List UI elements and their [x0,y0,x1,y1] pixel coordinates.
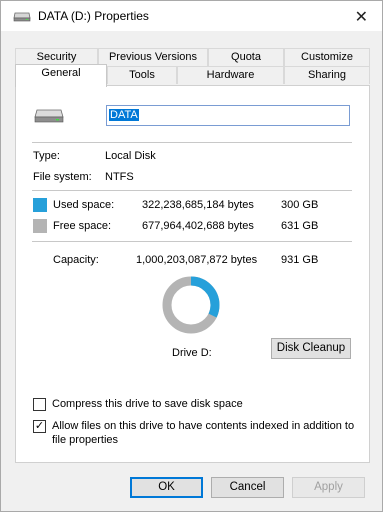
index-label-line1: Allow files on this drive to have conten… [52,420,355,432]
tab-previous-versions[interactable]: Previous Versions [98,48,208,66]
drive-label: Drive D: [172,347,212,359]
file-system-value: NTFS [105,171,134,183]
capacity-size: 931 GB [281,254,319,266]
file-system-label: File system: [33,171,92,183]
compress-checkbox[interactable] [33,398,46,411]
used-space-bytes: 322,238,685,184 bytes [142,199,254,211]
tab-strip: Security Previous Versions Quota Customi… [15,48,370,88]
used-space-swatch [33,198,47,212]
compress-label: Compress this drive to save disk space [52,398,243,410]
cancel-button[interactable]: Cancel [211,477,284,498]
tab-sharing[interactable]: Sharing [284,66,370,84]
used-space-label: Used space: [53,199,115,211]
used-space-size: 300 GB [281,199,319,211]
drive-name-field[interactable]: DATA [106,105,350,126]
type-value: Local Disk [105,150,156,162]
ok-button[interactable]: OK [130,477,203,498]
apply-button[interactable]: Apply [292,477,365,498]
drive-name-value: DATA [109,109,139,121]
free-space-size: 631 GB [281,220,319,232]
divider [32,190,352,191]
drive-icon [13,12,31,22]
close-icon[interactable]: ✕ [355,7,368,27]
capacity-label: Capacity: [53,254,99,266]
tab-general[interactable]: General [15,64,107,87]
tab-hardware[interactable]: Hardware [177,66,284,84]
disk-usage-donut [162,276,220,334]
free-space-swatch [33,219,47,233]
tab-quota[interactable]: Quota [208,48,284,66]
tab-tools[interactable]: Tools [107,66,177,84]
divider [32,142,352,143]
properties-window: DATA (D:) Properties ✕ Security Previous… [0,0,383,512]
index-label-line2: file properties [52,434,119,446]
checkmark-icon: ✓ [34,420,45,432]
window-title: DATA (D:) Properties [38,9,149,23]
type-label: Type: [33,150,60,162]
title-bar[interactable]: DATA (D:) Properties ✕ [1,1,382,31]
free-space-bytes: 677,964,402,688 bytes [142,220,254,232]
hard-drive-icon [34,109,64,123]
index-checkbox[interactable]: ✓ [33,420,46,433]
tab-customize[interactable]: Customize [284,48,370,66]
general-tab-panel: DATA Type: Local Disk File system: NTFS … [15,85,370,463]
divider [32,241,352,242]
free-space-label: Free space: [53,220,112,232]
capacity-bytes: 1,000,203,087,872 bytes [136,254,258,266]
disk-cleanup-button[interactable]: Disk Cleanup [271,338,351,359]
